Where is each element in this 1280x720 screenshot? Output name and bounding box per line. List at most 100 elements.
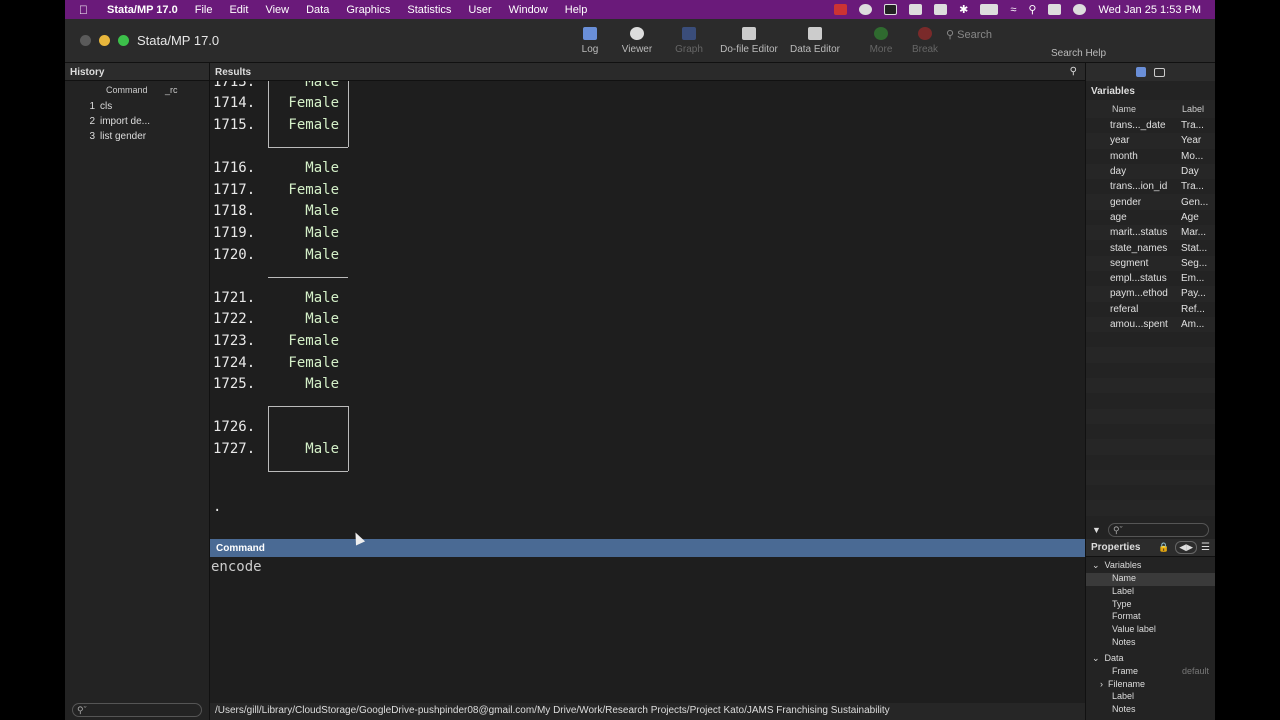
variable-row[interactable]: day Day <box>1086 163 1215 180</box>
control-center-icon[interactable] <box>1048 4 1062 15</box>
chevron-right-icon: › <box>1100 678 1108 689</box>
variable-row[interactable]: marit...status Mar... <box>1086 225 1215 241</box>
stata-window: Stata/MP 17.0 Log Viewer Graph Do-file E… <box>65 19 1215 720</box>
menu-graphics[interactable]: Graphics <box>346 4 390 16</box>
variable-row[interactable]: year Year <box>1086 133 1215 149</box>
bluetooth-icon[interactable]: ✱ <box>959 3 968 16</box>
app-badge-icon[interactable] <box>859 4 873 15</box>
filter-icon[interactable]: ▼ <box>1092 525 1101 535</box>
list-row: 1727. Male <box>213 441 339 457</box>
menu-view[interactable]: View <box>265 4 289 16</box>
property-row[interactable]: Label <box>1086 691 1215 704</box>
working-directory-path: /Users/gill/Library/CloudStorage/GoogleD… <box>210 703 1085 720</box>
property-row[interactable]: › Filename <box>1086 679 1215 692</box>
camera-icon[interactable] <box>884 4 898 15</box>
nav-arrows-icon[interactable]: ◀▶ <box>1175 541 1198 554</box>
results-panel: Results ⚲ 1713. Male 1714. Female 1715. Fem… <box>210 63 1085 539</box>
viewer-button[interactable]: Viewer <box>607 27 667 55</box>
list-row: 1721. Male <box>213 290 339 306</box>
graph-button[interactable]: Graph <box>659 27 719 55</box>
close-window-button[interactable] <box>80 35 91 46</box>
variable-row[interactable]: gender Gen... <box>1086 194 1215 210</box>
properties-group-data[interactable]: ⌄ Data <box>1086 650 1215 666</box>
variable-row[interactable]: segment Seg... <box>1086 255 1215 271</box>
property-row[interactable]: Name <box>1086 573 1215 586</box>
wifi-icon[interactable]: ≈ <box>1010 4 1016 16</box>
title-bar: Stata/MP 17.0 Log Viewer Graph Do-file E… <box>65 19 1215 63</box>
history-col-command[interactable]: Command <box>65 85 165 95</box>
variables-col-name[interactable]: Name <box>1086 104 1156 114</box>
property-row[interactable]: Format <box>1086 611 1215 624</box>
menu-window[interactable]: Window <box>509 4 548 16</box>
empty-row <box>1086 393 1215 408</box>
variable-row[interactable]: state_names Stat... <box>1086 240 1215 255</box>
variable-row[interactable]: referal Ref... <box>1086 302 1215 317</box>
variables-col-label[interactable]: Label <box>1156 104 1204 114</box>
variable-row[interactable]: trans..._date Tra... <box>1086 118 1215 133</box>
record-icon[interactable] <box>834 4 848 15</box>
variable-row[interactable]: paym...ethod Pay... <box>1086 286 1215 302</box>
menu-data[interactable]: Data <box>306 4 329 16</box>
more-icon <box>874 27 888 40</box>
zoom-window-button[interactable] <box>118 35 129 46</box>
log-icon <box>583 27 597 40</box>
results-output[interactable]: 1713. Male 1714. Female 1715. Female 1716. M… <box>210 81 1085 521</box>
command-title: Command <box>210 539 1085 557</box>
property-row[interactable]: Type <box>1086 599 1215 612</box>
command-input[interactable]: encode <box>210 557 1085 703</box>
variable-row[interactable]: amou...spent Am... <box>1086 316 1215 333</box>
history-panel: History Command _rc 1 cls 2 import de...… <box>65 63 210 720</box>
keyboard-layout-icon[interactable] <box>934 4 948 15</box>
dofile-editor-button[interactable]: Do-file Editor <box>719 27 779 55</box>
properties-header: Properties 🔒 ◀▶ ☰ <box>1086 539 1215 557</box>
variable-row[interactable]: age Age <box>1086 210 1215 225</box>
empty-row <box>1086 485 1215 500</box>
lock-icon[interactable]: 🔒 <box>1158 542 1169 553</box>
data-editor-button[interactable]: Data Editor <box>785 27 845 55</box>
search-help-label: Search Help <box>1051 48 1107 59</box>
menu-clock[interactable]: Wed Jan 25 1:53 PM <box>1098 4 1201 16</box>
apple-icon[interactable]:  <box>79 3 93 17</box>
properties-group-variables[interactable]: ⌄ Variables <box>1086 557 1215 573</box>
folder-icon[interactable] <box>1154 67 1165 77</box>
table-border <box>348 81 349 147</box>
menu-statistics[interactable]: Statistics <box>407 4 451 16</box>
property-row[interactable]: Notes <box>1086 704 1215 717</box>
history-item[interactable]: 2 import de... <box>65 114 209 129</box>
variable-row[interactable]: month Mo... <box>1086 149 1215 164</box>
menu-user[interactable]: User <box>468 4 491 16</box>
search-icon[interactable]: ⚲ <box>1070 66 1077 77</box>
menu-edit[interactable]: Edit <box>229 4 248 16</box>
chevron-down-icon: ⌄ <box>1092 652 1105 663</box>
menu-help[interactable]: Help <box>565 4 588 16</box>
history-filter-input[interactable]: ⚲ˇ <box>72 703 202 717</box>
variables-filter-input[interactable]: ⚲ˇ <box>1108 523 1209 537</box>
variables-panel: Variables Name Label trans..._date Tra...… <box>1085 63 1215 539</box>
search-field[interactable]: ⚲ Search <box>946 28 1206 44</box>
list-row: 1715. Female <box>213 117 339 133</box>
minimize-window-button[interactable] <box>99 35 110 46</box>
history-col-rc[interactable]: _rc <box>165 85 178 95</box>
history-item[interactable]: 3 list gender <box>65 129 209 144</box>
history-item[interactable]: 1 cls <box>65 99 209 114</box>
property-row[interactable]: Frame default <box>1086 666 1215 679</box>
empty-row <box>1086 500 1215 516</box>
menu-file[interactable]: File <box>195 4 213 16</box>
empty-row <box>1086 439 1215 455</box>
spotlight-search-icon[interactable]: ⚲ <box>1028 3 1036 16</box>
menu-app[interactable]: Stata/MP 17.0 <box>107 4 178 16</box>
variable-row[interactable]: empl...status Em... <box>1086 271 1215 286</box>
battery-icon[interactable] <box>980 4 999 15</box>
variables-tab-icon[interactable] <box>1136 67 1146 77</box>
search-icon: ⚲ <box>946 29 958 41</box>
table-divider <box>268 147 348 148</box>
property-row[interactable]: Value label <box>1086 624 1215 637</box>
siri-icon[interactable] <box>1073 4 1087 15</box>
property-row[interactable]: Label <box>1086 586 1215 599</box>
variable-row[interactable]: trans...ion_id Tra... <box>1086 179 1215 194</box>
menu-lines-icon[interactable]: ☰ <box>1201 542 1210 553</box>
list-row: 1719. Male <box>213 225 339 241</box>
property-row[interactable]: Notes <box>1086 637 1215 650</box>
search-icon: ⚲ˇ <box>77 705 87 715</box>
upload-icon[interactable] <box>909 4 923 15</box>
